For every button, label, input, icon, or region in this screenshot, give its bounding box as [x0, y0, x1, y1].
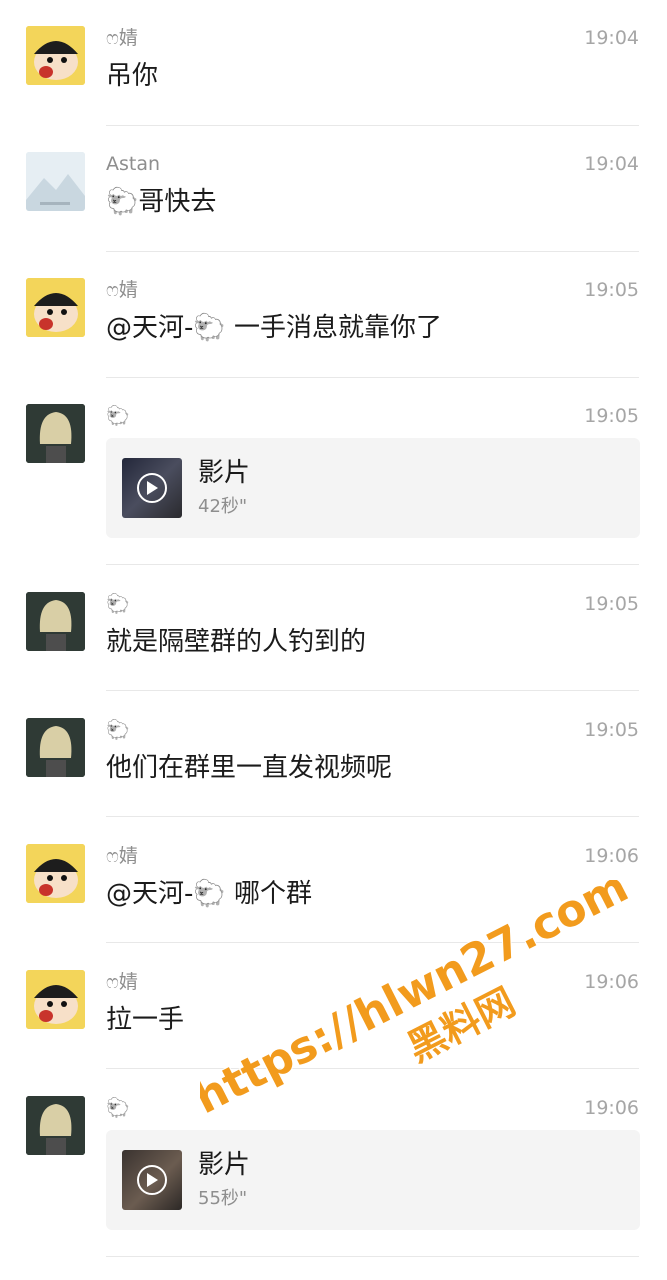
video-thumbnail[interactable]	[122, 1150, 182, 1210]
avatar[interactable]	[26, 26, 85, 85]
message-time: 19:06	[584, 971, 639, 993]
sender-name: 🐑	[106, 718, 130, 742]
avatar[interactable]	[26, 970, 85, 1029]
sender-name: ෆ婧	[106, 279, 138, 301]
message-text: 就是隔壁群的人钓到的	[106, 627, 367, 657]
shin-chan-avatar-icon	[26, 970, 85, 1029]
sheep-emoji: 🐑	[193, 313, 226, 343]
sheep-emoji: 🐑	[106, 187, 139, 217]
video-duration: 42秒"	[198, 496, 248, 517]
landscape-avatar-icon	[26, 152, 85, 211]
avatar[interactable]	[26, 1096, 85, 1155]
avatar[interactable]	[26, 592, 85, 651]
divider	[106, 125, 639, 126]
watermark-url: https://hlwn27.com	[200, 880, 636, 1124]
play-icon[interactable]	[137, 1165, 167, 1195]
sheep-emoji: 🐑	[193, 879, 226, 909]
video-card[interactable]: 影片 42秒"	[106, 438, 640, 538]
sender-name: ෆ婧	[106, 845, 138, 867]
divider	[106, 377, 639, 378]
sender-name: ෆ婧	[106, 971, 138, 993]
play-icon[interactable]	[137, 473, 167, 503]
message-text: @天河-🐑 一手消息就靠你了	[106, 313, 443, 343]
message-time: 19:05	[584, 279, 639, 301]
sender-name: 🐑	[106, 592, 130, 616]
message-time: 19:05	[584, 719, 639, 741]
blonde-hair-avatar-icon	[26, 592, 85, 651]
avatar[interactable]	[26, 718, 85, 777]
message-text: 他们在群里一直发视频呢	[106, 753, 393, 783]
avatar[interactable]	[26, 278, 85, 337]
video-title: 影片	[198, 458, 251, 488]
sheep-emoji: 🐑	[106, 593, 130, 615]
blonde-hair-avatar-icon	[26, 404, 85, 463]
message-time: 19:06	[584, 1097, 639, 1119]
avatar[interactable]	[26, 404, 85, 463]
watermark: https://hlwn27.com 黑料网	[200, 880, 637, 1125]
blonde-hair-avatar-icon	[26, 718, 85, 777]
divider	[106, 1068, 639, 1069]
divider	[106, 816, 639, 817]
divider	[106, 251, 639, 252]
sheep-emoji: 🐑	[106, 719, 130, 741]
sender-name: 🐑	[106, 404, 130, 428]
mention[interactable]: @天河-	[106, 313, 193, 343]
avatar[interactable]	[26, 844, 85, 903]
sheep-emoji: 🐑	[106, 405, 130, 427]
divider	[106, 942, 639, 943]
divider	[106, 1256, 639, 1257]
watermark-label: 黑料网	[400, 979, 522, 1070]
shin-chan-avatar-icon	[26, 26, 85, 85]
sender-name: ෆ婧	[106, 27, 138, 49]
divider	[106, 564, 639, 565]
video-duration: 55秒"	[198, 1188, 248, 1209]
video-card[interactable]: 影片 55秒"	[106, 1130, 640, 1230]
sender-name: 🐑	[106, 1096, 130, 1120]
message-time: 19:04	[584, 153, 639, 175]
message-time: 19:06	[584, 845, 639, 867]
divider	[106, 690, 639, 691]
message-text: 拉一手	[106, 1005, 185, 1035]
shin-chan-avatar-icon	[26, 278, 85, 337]
message-time: 19:04	[584, 27, 639, 49]
message-time: 19:05	[584, 593, 639, 615]
message-time: 19:05	[584, 405, 639, 427]
message-text: @天河-🐑 哪个群	[106, 879, 313, 909]
message-text: 吊你	[106, 61, 159, 91]
avatar[interactable]	[26, 152, 85, 211]
message-text: 🐑哥快去	[106, 187, 217, 217]
video-title: 影片	[198, 1150, 251, 1180]
shin-chan-avatar-icon	[26, 844, 85, 903]
mention[interactable]: @天河-	[106, 879, 193, 909]
blonde-hair-avatar-icon	[26, 1096, 85, 1155]
sender-name: Astan	[106, 153, 161, 175]
video-thumbnail[interactable]	[122, 458, 182, 518]
sheep-emoji: 🐑	[106, 1097, 130, 1119]
